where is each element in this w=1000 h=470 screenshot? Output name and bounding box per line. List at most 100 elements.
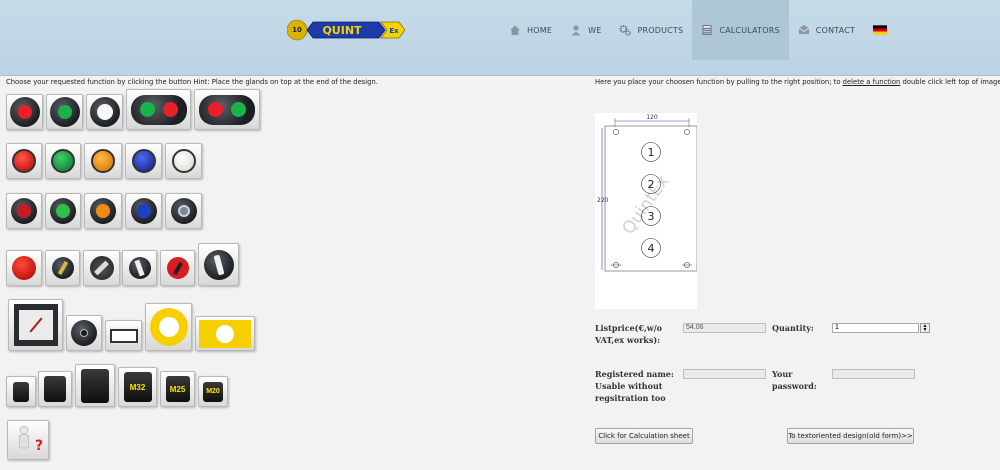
cable-gland-icon <box>81 368 109 403</box>
left-hint-text: Choose your requested function by clicki… <box>6 78 378 86</box>
cable-gland-icon <box>13 381 29 402</box>
green-lamp-icon <box>51 149 75 173</box>
double-pushbutton-icon <box>199 94 255 125</box>
help-figure-icon: ? <box>18 425 43 454</box>
function-button-rotary-switch[interactable] <box>83 250 120 286</box>
nav-we[interactable]: WE <box>561 0 610 60</box>
logo-text: QUINT <box>322 24 362 37</box>
function-button-gland-large[interactable] <box>75 364 115 407</box>
logo-anniversary: 10 <box>292 26 302 34</box>
function-button-gland-medium[interactable] <box>38 371 72 407</box>
text-design-button[interactable]: To textoriented design(old form)>> <box>787 428 914 444</box>
function-button-yellow-ring[interactable] <box>145 303 192 351</box>
blue-pushbutton-icon <box>130 198 157 224</box>
cable-gland-icon <box>44 376 66 402</box>
quantity-field[interactable]: 1 <box>832 323 919 333</box>
right-hint-text: Here you place your choosen function by … <box>595 78 1000 86</box>
function-button-gland-small[interactable] <box>6 376 36 407</box>
nav-contact-label: CONTACT <box>815 25 856 35</box>
large-selector-icon <box>203 249 234 280</box>
red-light-icon <box>9 97 40 127</box>
function-button-red-selector[interactable] <box>160 250 195 286</box>
function-button-red-lamp[interactable] <box>6 143 42 179</box>
panel-meter-icon <box>13 304 58 346</box>
nav-language[interactable] <box>864 0 896 60</box>
gears-icon <box>620 25 632 36</box>
delete-function-link[interactable]: delete a function <box>843 78 901 86</box>
function-button-grey-pushbutton[interactable] <box>165 193 202 229</box>
height-dimension: 220 <box>597 197 609 204</box>
function-button-panel-meter[interactable] <box>8 299 63 351</box>
function-button-gland-m25[interactable]: M25 <box>160 371 195 407</box>
red-selector-icon <box>166 257 189 279</box>
quantity-stepper[interactable]: ▲ ▼ <box>920 323 930 333</box>
function-button-green-lamp[interactable] <box>45 143 81 179</box>
function-button-red-light[interactable] <box>6 94 43 130</box>
function-button-key-switch[interactable] <box>45 250 80 286</box>
function-button-yellow-plate[interactable] <box>195 316 255 351</box>
calculation-sheet-button[interactable]: Click for Calculation sheet <box>595 428 693 444</box>
german-flag-icon <box>873 25 888 35</box>
right-hint-before: Here you place your choosen function by … <box>595 78 843 86</box>
red-lamp-icon <box>12 149 36 173</box>
function-button-green-light[interactable] <box>46 94 83 130</box>
price-field: 54.06 <box>683 323 766 333</box>
quintex-logo[interactable]: 10 QUINT Ex <box>287 19 405 41</box>
cable-gland-m20-icon: M20 <box>203 381 223 402</box>
function-button-white-light[interactable] <box>86 94 123 130</box>
function-button-gland-m32[interactable]: M32 <box>118 367 157 407</box>
nav-products[interactable]: PRODUCTS <box>610 0 692 60</box>
function-button-socket[interactable] <box>66 315 102 351</box>
function-button-gland-m20[interactable]: M20 <box>198 376 228 407</box>
quintex-watermark: QuintEx <box>618 172 673 238</box>
quantity-label: Quantity: <box>772 323 814 333</box>
green-pushbutton-icon <box>50 198 76 224</box>
password-input[interactable] <box>832 369 915 379</box>
function-button-green-pushbutton[interactable] <box>45 193 81 229</box>
position-2: 2 <box>648 178 655 191</box>
registered-name-input[interactable] <box>683 369 766 379</box>
function-button-large-selector[interactable] <box>198 243 239 286</box>
right-hint-after: double click left top of image <box>900 78 1000 86</box>
nav-calculators[interactable]: CALCULATORS <box>692 0 789 60</box>
function-button-red-pushbutton[interactable] <box>6 193 42 229</box>
orange-lamp-icon <box>91 149 115 173</box>
blue-lamp-icon <box>131 149 156 173</box>
function-button-double-green-red[interactable] <box>126 89 191 130</box>
key-switch-icon <box>51 257 74 279</box>
nav-home-label: HOME <box>527 25 553 35</box>
function-button-double-red-green[interactable] <box>194 89 260 130</box>
socket-icon <box>71 320 97 346</box>
red-pushbutton-icon <box>11 198 37 224</box>
function-button-orange-lamp[interactable] <box>84 143 122 179</box>
function-button-white-lamp[interactable] <box>165 143 202 179</box>
emergency-stop-icon <box>12 256 36 280</box>
function-button-selector-switch[interactable] <box>122 250 157 286</box>
function-button-label-plate[interactable] <box>105 320 142 351</box>
logo-ex: Ex <box>389 27 399 35</box>
nav-calculators-label: CALCULATORS <box>719 25 780 35</box>
white-light-icon <box>89 97 120 127</box>
orange-pushbutton-icon <box>90 198 116 224</box>
function-button-orange-pushbutton[interactable] <box>84 193 122 229</box>
position-1: 1 <box>648 146 655 159</box>
yellow-ring-icon <box>149 308 188 346</box>
cable-gland-m32-icon: M32 <box>123 372 152 402</box>
function-button-blue-pushbutton[interactable] <box>125 193 162 229</box>
grey-pushbutton-icon <box>170 198 197 224</box>
green-light-icon <box>49 97 80 127</box>
double-pushbutton-icon <box>130 94 187 125</box>
help-button[interactable]: ? <box>7 420 49 460</box>
nav-home[interactable]: HOME <box>500 0 561 60</box>
width-dimension: 120 <box>646 114 658 121</box>
position-3: 3 <box>648 210 655 223</box>
cable-gland-m25-icon: M25 <box>165 376 190 402</box>
function-button-emergency-stop[interactable] <box>6 250 42 286</box>
envelope-icon <box>798 25 810 34</box>
function-button-blue-lamp[interactable] <box>125 143 162 179</box>
main-navigation: HOME WE PRODUCTS CALCULATORS CONTACT <box>500 0 896 60</box>
enclosure-design-canvas[interactable]: 120 220 QuintEx 1 2 3 4 <box>595 113 698 309</box>
nav-contact[interactable]: CONTACT <box>789 0 864 60</box>
registered-name-label: Registered name: Usable without regsitra… <box>595 369 674 403</box>
nav-products-label: PRODUCTS <box>637 25 684 35</box>
